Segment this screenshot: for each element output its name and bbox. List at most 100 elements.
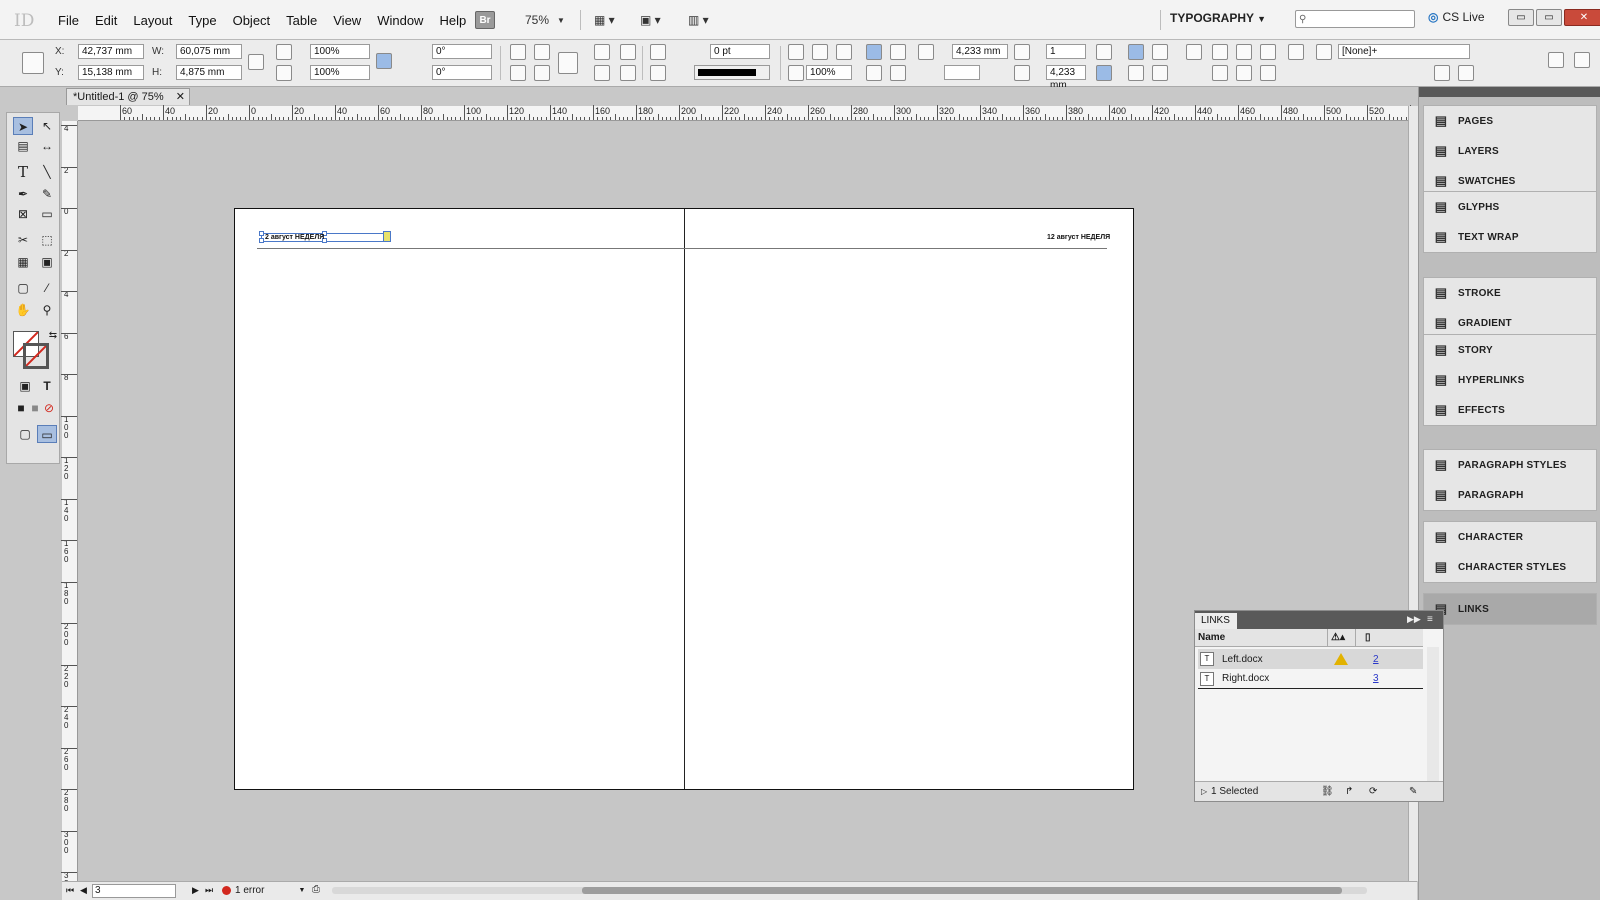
- vertical-justify-justify-icon[interactable]: [1152, 65, 1168, 81]
- status-column-icon[interactable]: ⚠▴: [1331, 629, 1345, 647]
- panel-text-wrap[interactable]: ▤ TEXT WRAP: [1424, 222, 1596, 252]
- zoom-dropdown[interactable]: 75% ▼: [525, 11, 565, 29]
- columns-field[interactable]: 1: [1046, 44, 1086, 59]
- close-icon[interactable]: ✕: [176, 89, 185, 105]
- zoom-tool-icon[interactable]: ⚲: [37, 301, 57, 319]
- opacity-field[interactable]: 100%: [806, 65, 852, 80]
- scale-x-field[interactable]: 100%: [310, 44, 370, 59]
- horizontal-scrollbar[interactable]: [332, 887, 1367, 894]
- distribute-icon[interactable]: [1288, 44, 1304, 60]
- panel-story[interactable]: ▤ STORY: [1424, 335, 1596, 365]
- panel-effects[interactable]: ▤ EFFECTS: [1424, 395, 1596, 425]
- select-content-icon[interactable]: [594, 65, 610, 81]
- page-spread[interactable]: 2 август НЕДЕЛЯ 12 август НЕДЕЛЯ: [234, 208, 1134, 790]
- page-column-icon[interactable]: ▯: [1365, 629, 1371, 647]
- panel-pages[interactable]: ▤ PAGES: [1424, 106, 1596, 136]
- first-page-icon[interactable]: ⏮: [66, 885, 74, 896]
- menu-view[interactable]: View: [325, 13, 369, 28]
- swap-fill-stroke-icon[interactable]: ⇆: [43, 327, 63, 345]
- apply-none-icon[interactable]: ⊘: [39, 399, 59, 417]
- menu-table[interactable]: Table: [278, 13, 325, 28]
- name-column-header[interactable]: Name: [1198, 632, 1225, 643]
- stroke-type-dropdown[interactable]: [694, 65, 770, 80]
- free-transform-tool-icon[interactable]: ⬚: [37, 231, 57, 249]
- h-field[interactable]: 4,875 mm: [176, 65, 242, 80]
- stroke-none-icon[interactable]: [650, 65, 666, 81]
- page-number-field[interactable]: 3: [92, 884, 176, 898]
- menu-object[interactable]: Object: [225, 13, 279, 28]
- restore-button[interactable]: ▭: [1536, 9, 1562, 26]
- scroll-thumb[interactable]: [582, 887, 1342, 894]
- gap-tool-icon[interactable]: ↔: [37, 137, 57, 155]
- select-container-icon[interactable]: [594, 44, 610, 60]
- resize-handle[interactable]: [259, 231, 264, 236]
- rectangle-frame-tool-icon[interactable]: ⊠: [13, 205, 33, 223]
- links-column-header[interactable]: Name ⚠▴ ▯: [1195, 629, 1423, 647]
- flip-horizontal-icon[interactable]: [510, 65, 526, 81]
- constrain-proportions-icon[interactable]: [248, 54, 264, 70]
- preflight-status[interactable]: 1 error ▼: [222, 885, 305, 896]
- stroke-swatch-icon[interactable]: [23, 343, 49, 369]
- workspace-switcher[interactable]: TYPOGRAPHY ▼: [1170, 11, 1266, 25]
- view-options-button[interactable]: ▦ ▾: [594, 11, 615, 29]
- column-gutter-field[interactable]: 4,233 mm: [1046, 65, 1086, 91]
- quick-apply-icon[interactable]: [1548, 52, 1564, 68]
- flip-vertical-icon[interactable]: [534, 65, 550, 81]
- panel-paragraph-styles[interactable]: ▤ PARAGRAPH STYLES: [1424, 450, 1596, 480]
- bridge-button[interactable]: Br: [475, 11, 495, 29]
- clear-overrides-icon[interactable]: [1434, 65, 1450, 81]
- w-field[interactable]: 60,075 mm: [176, 44, 242, 59]
- rectangle-tool-icon[interactable]: ▭: [37, 205, 57, 223]
- corner-shape-dropdown[interactable]: [944, 65, 980, 80]
- y-field[interactable]: 15,138 mm: [78, 65, 144, 80]
- control-panel-menu-icon[interactable]: [1574, 52, 1590, 68]
- gradient-feather-tool-icon[interactable]: ▣: [37, 253, 57, 271]
- links-panel-tab[interactable]: LINKS: [1195, 613, 1237, 629]
- align-top-edges-icon[interactable]: [1212, 65, 1228, 81]
- menu-help[interactable]: Help: [431, 13, 474, 28]
- links-scrollbar[interactable]: [1427, 647, 1439, 783]
- menu-edit[interactable]: Edit: [87, 13, 125, 28]
- line-tool-icon[interactable]: ╲: [37, 163, 57, 181]
- link-row[interactable]: T Right.docx 3: [1198, 669, 1423, 689]
- link-scale-icon[interactable]: [376, 53, 392, 69]
- panel-layers[interactable]: ▤ LAYERS: [1424, 136, 1596, 166]
- align-bottom-icon[interactable]: [866, 65, 882, 81]
- align-top-icon[interactable]: [866, 44, 882, 60]
- text-align-icon[interactable]: [1096, 44, 1112, 60]
- relink-icon[interactable]: ⛓: [1321, 782, 1334, 802]
- scissors-tool-icon[interactable]: ✂: [13, 231, 33, 249]
- link-page[interactable]: 2: [1373, 654, 1379, 665]
- next-page-icon[interactable]: ▶: [192, 885, 199, 896]
- text-frame-options-icon[interactable]: [788, 44, 804, 60]
- pen-tool-icon[interactable]: ✒: [13, 185, 33, 203]
- object-style-options-icon[interactable]: [1458, 65, 1474, 81]
- align-center-icon[interactable]: [890, 44, 906, 60]
- panel-links[interactable]: ▤ LINKS: [1424, 594, 1596, 624]
- vertical-justify-bottom-icon[interactable]: [1128, 65, 1144, 81]
- vertical-justify-center-icon[interactable]: [1152, 44, 1168, 60]
- panel-glyphs[interactable]: ▤ GLYPHS: [1424, 192, 1596, 222]
- span-columns-icon[interactable]: [1096, 65, 1112, 81]
- panel-character[interactable]: ▤ CHARACTER: [1424, 522, 1596, 552]
- menu-window[interactable]: Window: [369, 13, 431, 28]
- menu-layout[interactable]: Layout: [125, 13, 180, 28]
- rotate-ccw-icon[interactable]: [534, 44, 550, 60]
- formatting-text-icon[interactable]: T: [37, 377, 57, 395]
- left-page-header[interactable]: 2 август НЕДЕЛЯ: [265, 234, 324, 241]
- eyedropper-tool-icon[interactable]: ⁄: [37, 279, 57, 297]
- collapse-panel-icon[interactable]: ▶▶: [1407, 614, 1421, 625]
- direct-selection-tool-icon[interactable]: ↖: [37, 117, 57, 135]
- edit-original-icon[interactable]: ✎: [1409, 782, 1417, 802]
- type-tool-icon[interactable]: T: [13, 163, 33, 181]
- show-info-icon[interactable]: ▷: [1201, 782, 1207, 802]
- menu-file[interactable]: File: [50, 13, 87, 28]
- preview-view-icon[interactable]: ▭: [37, 425, 57, 443]
- auto-fit-icon[interactable]: [1186, 44, 1202, 60]
- select-previous-icon[interactable]: [620, 44, 636, 60]
- rotate-cw-icon[interactable]: [510, 44, 526, 60]
- last-page-icon[interactable]: ⏭: [205, 885, 213, 896]
- arrange-documents-button[interactable]: ▥ ▾: [688, 11, 709, 29]
- go-to-link-icon[interactable]: ↱: [1345, 782, 1353, 802]
- panel-hyperlinks[interactable]: ▤ HYPERLINKS: [1424, 365, 1596, 395]
